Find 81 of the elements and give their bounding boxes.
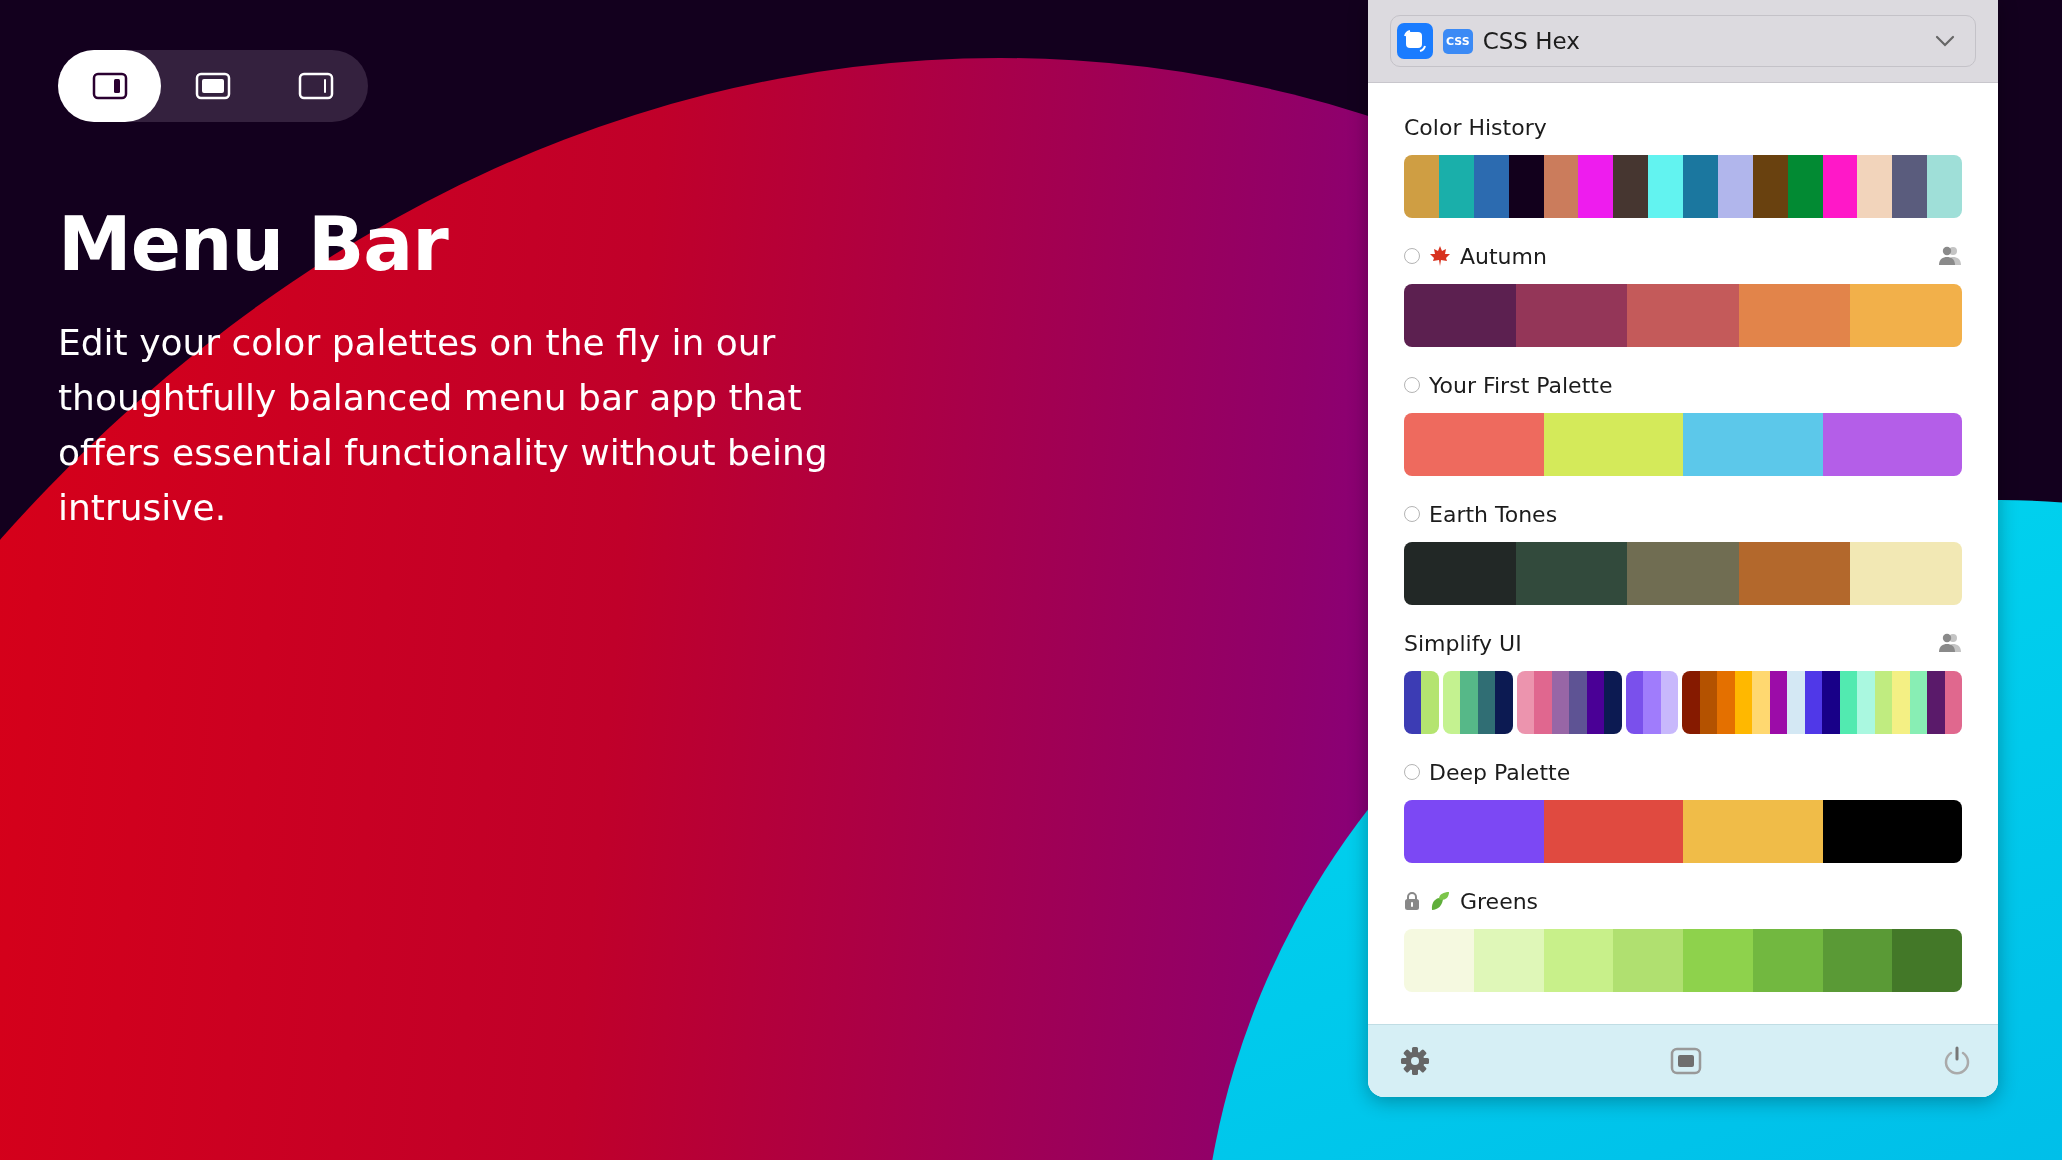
color-swatch[interactable] bbox=[1822, 413, 1962, 476]
color-swatch[interactable] bbox=[1683, 800, 1823, 863]
color-swatch[interactable] bbox=[1822, 671, 1840, 734]
palette-name: Your First Palette bbox=[1429, 372, 1613, 398]
color-swatch[interactable] bbox=[1613, 155, 1649, 218]
color-swatch[interactable] bbox=[1473, 929, 1544, 992]
chevron-down-icon bbox=[1935, 35, 1955, 47]
palette-name: Simplify UI bbox=[1404, 630, 1522, 656]
color-swatch[interactable] bbox=[1752, 929, 1823, 992]
color-swatch[interactable] bbox=[1927, 671, 1945, 734]
leaf-icon bbox=[1429, 890, 1451, 912]
color-swatch[interactable] bbox=[1738, 542, 1851, 605]
color-swatch[interactable] bbox=[1404, 413, 1544, 476]
color-swatch[interactable] bbox=[1822, 155, 1858, 218]
palette-name: Autumn bbox=[1460, 243, 1547, 269]
section-title: Color History bbox=[1404, 114, 1547, 140]
color-swatch[interactable] bbox=[1404, 800, 1544, 863]
color-swatch[interactable] bbox=[1627, 284, 1739, 347]
color-swatch[interactable] bbox=[1857, 671, 1875, 734]
color-swatch[interactable] bbox=[1627, 542, 1739, 605]
color-swatch[interactable] bbox=[1850, 284, 1962, 347]
color-swatch[interactable] bbox=[1495, 671, 1513, 734]
color-swatch[interactable] bbox=[1683, 413, 1823, 476]
color-swatch[interactable] bbox=[1787, 671, 1805, 734]
color-swatch[interactable] bbox=[1738, 284, 1851, 347]
color-swatch[interactable] bbox=[1543, 413, 1683, 476]
format-dropdown[interactable]: CSS CSS Hex bbox=[1390, 15, 1976, 67]
color-swatch[interactable] bbox=[1516, 671, 1535, 734]
color-swatch[interactable] bbox=[1508, 155, 1544, 218]
palette-name: Earth Tones bbox=[1429, 501, 1558, 527]
settings-icon[interactable] bbox=[1400, 1046, 1430, 1076]
color-swatch[interactable] bbox=[1717, 155, 1753, 218]
color-swatch[interactable] bbox=[1569, 671, 1587, 734]
format-label: CSS Hex bbox=[1482, 28, 1580, 54]
sidebar-icon bbox=[91, 72, 128, 100]
format-badge: CSS bbox=[1443, 28, 1473, 54]
color-swatch[interactable] bbox=[1683, 155, 1718, 218]
color-swatch[interactable] bbox=[1892, 671, 1910, 734]
sidebar-icon bbox=[298, 72, 335, 100]
color-swatch[interactable] bbox=[1534, 671, 1552, 734]
color-swatch[interactable] bbox=[1892, 929, 1962, 992]
color-swatch[interactable] bbox=[1717, 671, 1735, 734]
color-swatch[interactable] bbox=[1927, 155, 1962, 218]
color-swatch[interactable] bbox=[1857, 155, 1893, 218]
color-swatch[interactable] bbox=[1473, 155, 1509, 218]
color-swatch[interactable] bbox=[1543, 929, 1614, 992]
color-swatch[interactable] bbox=[1578, 155, 1614, 218]
color-swatch[interactable] bbox=[1404, 284, 1516, 347]
window-icon bbox=[195, 72, 231, 100]
color-swatch[interactable] bbox=[1404, 671, 1422, 734]
color-swatch[interactable] bbox=[1543, 800, 1683, 863]
color-swatch[interactable] bbox=[1438, 155, 1474, 218]
color-swatch[interactable] bbox=[1643, 671, 1661, 734]
palette-name: Greens bbox=[1460, 888, 1539, 914]
color-swatch[interactable] bbox=[1404, 929, 1474, 992]
color-swatch[interactable] bbox=[1752, 155, 1788, 218]
color-swatch[interactable] bbox=[1648, 155, 1683, 218]
power-icon[interactable] bbox=[1942, 1046, 1972, 1076]
color-swatch[interactable] bbox=[1421, 671, 1439, 734]
color-swatch[interactable] bbox=[1752, 671, 1770, 734]
color-swatch[interactable] bbox=[1892, 155, 1928, 218]
lock-icon bbox=[1404, 891, 1420, 911]
window-icon[interactable] bbox=[1670, 1047, 1702, 1075]
color-swatch[interactable] bbox=[1625, 671, 1644, 734]
color-swatch[interactable] bbox=[1613, 929, 1683, 992]
color-swatch[interactable] bbox=[1515, 542, 1628, 605]
app-icon bbox=[1397, 23, 1433, 59]
color-swatch[interactable] bbox=[1404, 155, 1439, 218]
color-swatch[interactable] bbox=[1515, 284, 1628, 347]
color-swatch[interactable] bbox=[1604, 671, 1622, 734]
color-swatch[interactable] bbox=[1850, 542, 1962, 605]
color-swatch[interactable] bbox=[1682, 671, 1700, 734]
color-swatch[interactable] bbox=[1787, 155, 1823, 218]
color-swatch[interactable] bbox=[1460, 671, 1478, 734]
color-swatch[interactable] bbox=[1404, 542, 1516, 605]
color-swatch[interactable] bbox=[1822, 929, 1893, 992]
palette-name: Deep Palette bbox=[1429, 759, 1571, 785]
color-swatch[interactable] bbox=[1683, 929, 1753, 992]
color-swatch[interactable] bbox=[1442, 671, 1461, 734]
color-swatch[interactable] bbox=[1543, 155, 1579, 218]
color-swatch[interactable] bbox=[1822, 800, 1962, 863]
